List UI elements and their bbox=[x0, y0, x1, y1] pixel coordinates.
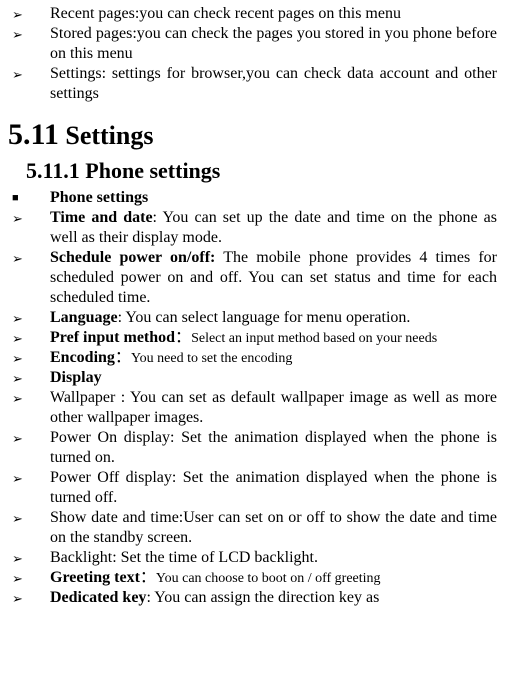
label: Language bbox=[50, 309, 118, 326]
section-title: Settings bbox=[59, 121, 154, 150]
text: You can choose to boot on / off greeting bbox=[156, 571, 381, 586]
list-item-time-date: Time and date: You can set up the date a… bbox=[8, 208, 497, 248]
label: Schedule power on/off: bbox=[50, 249, 215, 266]
label: Dedicated key bbox=[50, 589, 146, 606]
label: Pref input method bbox=[50, 329, 175, 346]
display-sublist: Wallpaper : You can set as default wallp… bbox=[8, 388, 497, 568]
subsection-number: 5.11.1 bbox=[26, 158, 80, 183]
text: Backlight: Set the time of LCD backlight… bbox=[50, 549, 318, 566]
label: Encoding bbox=[50, 349, 115, 366]
list-item-power-off-display: Power Off display: Set the animation dis… bbox=[8, 468, 497, 508]
colon: ： bbox=[140, 569, 156, 586]
subsection-title: Phone settings bbox=[80, 158, 221, 183]
text: You need to set the encoding bbox=[131, 351, 293, 366]
text: Show date and time:User can set on or of… bbox=[50, 509, 497, 546]
text: Wallpaper : You can set as default wallp… bbox=[50, 389, 497, 426]
phone-settings-group: Phone settings bbox=[8, 188, 497, 208]
browser-options-list: Recent pages:you can check recent pages … bbox=[8, 4, 497, 104]
list-item-power-on-display: Power On display: Set the animation disp… bbox=[8, 428, 497, 468]
list-item-wallpaper: Wallpaper : You can set as default wallp… bbox=[8, 388, 497, 428]
list-item-stored-pages: Stored pages:you can check the pages you… bbox=[8, 24, 497, 64]
section-heading: 5.11 Settings bbox=[8, 118, 497, 152]
text: Power On display: Set the animation disp… bbox=[50, 429, 497, 466]
text: Stored pages:you can check the pages you… bbox=[50, 25, 497, 62]
colon: ： bbox=[175, 329, 191, 346]
list-item-display: Display bbox=[8, 368, 497, 388]
label: Phone settings bbox=[50, 189, 148, 206]
list-item-language: Language: You can select language for me… bbox=[8, 308, 497, 328]
phone-settings-list-1: Time and date: You can set up the date a… bbox=[8, 208, 497, 388]
list-item-encoding: Encoding：You need to set the encoding bbox=[8, 348, 497, 368]
list-item-phone-settings: Phone settings bbox=[8, 188, 497, 208]
list-item-pref-input: Pref input method：Select an input method… bbox=[8, 328, 497, 348]
text: Settings: settings for browser,you can c… bbox=[50, 65, 497, 102]
phone-settings-list-2: Greeting text：You can choose to boot on … bbox=[8, 568, 497, 608]
label: Greeting text bbox=[50, 569, 140, 586]
colon: ： bbox=[115, 349, 131, 366]
text: : You can select language for menu opera… bbox=[118, 309, 411, 326]
label: Time and date bbox=[50, 209, 153, 226]
list-item-show-date-time: Show date and time:User can set on or of… bbox=[8, 508, 497, 548]
list-item-schedule-power: Schedule power on/off: The mobile phone … bbox=[8, 248, 497, 308]
list-item-recent-pages: Recent pages:you can check recent pages … bbox=[8, 4, 497, 24]
label: Display bbox=[50, 369, 102, 386]
list-item-backlight: Backlight: Set the time of LCD backlight… bbox=[8, 548, 497, 568]
list-item-settings: Settings: settings for browser,you can c… bbox=[8, 64, 497, 104]
list-item-greeting-text: Greeting text：You can choose to boot on … bbox=[8, 568, 497, 588]
section-number: 5.11 bbox=[8, 118, 59, 151]
text: Recent pages:you can check recent pages … bbox=[50, 5, 401, 22]
subsection-heading: 5.11.1 Phone settings bbox=[26, 158, 497, 184]
text: Power Off display: Set the animation dis… bbox=[50, 469, 497, 506]
text: Select an input method based on your nee… bbox=[191, 331, 437, 346]
list-item-dedicated-key: Dedicated key: You can assign the direct… bbox=[8, 588, 497, 608]
text: : You can assign the direction key as bbox=[146, 589, 379, 606]
